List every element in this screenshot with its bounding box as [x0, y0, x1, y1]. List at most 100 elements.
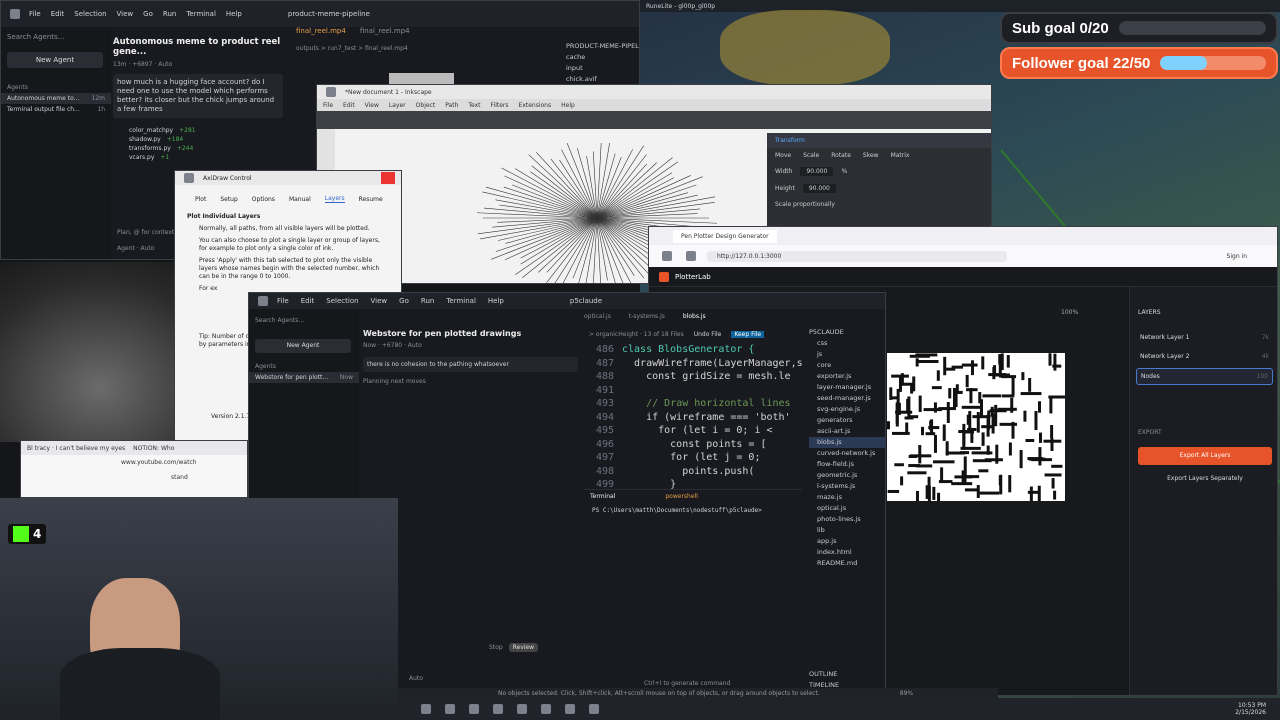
menu-item[interactable]: Help — [488, 297, 504, 305]
explorer-item[interactable]: input — [566, 63, 639, 74]
menu-item[interactable]: Run — [421, 297, 434, 305]
changed-file[interactable]: vcars.py +1 — [113, 153, 283, 162]
cursor-new-agent-button[interactable]: New Agent — [255, 338, 351, 353]
cursor-search-input[interactable]: Search Agents... — [249, 309, 359, 332]
menu-item[interactable]: Edit — [301, 297, 315, 305]
transform-subtab[interactable]: Matrix — [891, 152, 910, 159]
main-tab[interactable]: final_reel.mp4 — [360, 27, 410, 35]
transform-subtab[interactable]: Scale — [803, 152, 819, 159]
menu-item[interactable]: Layer — [389, 102, 406, 109]
stop-button[interactable]: Stop — [489, 644, 503, 651]
url-bar[interactable]: http://127.0.0.1:3000 — [707, 250, 1007, 262]
terminal-panel[interactable]: Terminal powershell PS C:\Users\matth\Do… — [584, 489, 802, 695]
file-tree-item[interactable]: flow-field.js — [809, 459, 885, 470]
system-clock[interactable]: 10:53 PM 2/15/2026 — [1235, 702, 1266, 716]
start-icon[interactable] — [421, 704, 431, 714]
layer-row[interactable]: Network Layer 1 7k — [1136, 330, 1273, 345]
plot-canvas[interactable] — [887, 353, 1066, 507]
main-search-input[interactable]: Search Agents... — [1, 27, 111, 47]
browser-tab-bar[interactable]: Pen Plotter Design Generator — [649, 227, 1277, 245]
transform-subtab[interactable]: Rotate — [831, 152, 851, 159]
file-tree-item[interactable]: maze.js — [809, 492, 885, 503]
menu-item[interactable]: File — [29, 10, 41, 18]
menu-item[interactable]: Terminal — [186, 10, 216, 18]
sign-in-button[interactable]: Sign in — [1227, 253, 1247, 260]
menu-item[interactable]: Selection — [326, 297, 358, 305]
transform-subtab[interactable]: Skew — [863, 152, 879, 159]
changed-file[interactable]: transforms.py +244 — [113, 144, 283, 153]
file-tree-item[interactable]: svg-engine.js — [809, 404, 885, 415]
menu-item[interactable]: Edit — [51, 10, 65, 18]
reload-icon[interactable] — [686, 251, 696, 261]
editor-tab[interactable]: blobs.js — [683, 313, 706, 320]
file-tree-item[interactable]: seed-manager.js — [809, 393, 885, 404]
export-all-button[interactable]: Export All Layers — [1138, 446, 1272, 465]
menu-item[interactable]: View — [117, 10, 134, 18]
axidraw-tab[interactable]: Layers — [324, 195, 345, 203]
taskbar[interactable]: 10:53 PM 2/15/2026 — [398, 698, 1280, 720]
yt-url-bar[interactable]: www.youtube.com/watch — [21, 455, 247, 470]
width-units[interactable]: % — [841, 168, 847, 175]
export-separately-button[interactable]: Export Layers Separately — [1138, 471, 1272, 487]
cursor-menu[interactable]: File Edit Selection View Go Run Terminal Help — [277, 297, 504, 305]
undo-file-button[interactable]: Undo File — [694, 331, 722, 338]
editor-tab[interactable]: t-systems.js — [629, 313, 665, 320]
menu-item[interactable]: Go — [143, 10, 153, 18]
transform-tab[interactable]: Transform — [775, 137, 805, 144]
axidraw-tab[interactable]: Options — [252, 196, 275, 203]
menu-item[interactable]: Selection — [74, 10, 106, 18]
axidraw-tab[interactable]: Resume — [359, 196, 383, 203]
cursor-agent-item[interactable]: Webstore for pen plott... Now — [249, 371, 359, 383]
inkscape-toolbar[interactable] — [317, 111, 991, 129]
status-zoom[interactable]: 89% — [900, 690, 913, 697]
layer-row[interactable]: Nodes 100 — [1136, 368, 1273, 385]
scale-proportionally-checkbox[interactable]: Scale proportionally — [767, 197, 991, 212]
terminal-icon[interactable] — [541, 704, 551, 714]
cursor-input-mode[interactable]: Auto — [409, 675, 423, 682]
file-tree-item[interactable]: core — [809, 360, 885, 371]
yt-tab-bar[interactable]: Bl tracy · I can't believe my eyes NOTIO… — [21, 441, 247, 455]
menu-item[interactable]: Object — [416, 102, 436, 109]
file-tree-item[interactable]: curved-network.js — [809, 448, 885, 459]
file-tree-item[interactable]: geometric.js — [809, 470, 885, 481]
file-tree-item[interactable]: blobs.js — [809, 437, 885, 448]
file-tree-item[interactable]: index.html — [809, 547, 885, 558]
axidraw-tab[interactable]: Setup — [220, 196, 237, 203]
zoom-level[interactable]: 100% — [1061, 309, 1078, 316]
layer-row[interactable]: Network Layer 2 4k — [1136, 349, 1273, 364]
shell-label[interactable]: powershell — [665, 493, 698, 500]
yt-tab[interactable]: Bl tracy · I can't believe my eyes — [27, 445, 125, 452]
menu-item[interactable]: View — [371, 297, 388, 305]
file-tree-item[interactable]: lib — [809, 525, 885, 536]
file-tree-item[interactable]: css — [809, 338, 885, 349]
main-editor-menu[interactable]: File Edit Selection View Go Run Terminal Help — [29, 10, 242, 18]
file-tree-item[interactable]: generators — [809, 415, 885, 426]
menu-item[interactable]: Path — [445, 102, 458, 109]
main-input-mode[interactable]: Agent · Auto — [117, 245, 154, 252]
close-icon[interactable] — [381, 172, 395, 184]
menu-item[interactable]: Edit — [343, 102, 355, 109]
cursor-tab-bar[interactable]: optical.js t-systems.js blobs.js — [584, 313, 706, 320]
file-tree-item[interactable]: l-systems.js — [809, 481, 885, 492]
outline-section[interactable]: OUTLINE — [809, 669, 885, 680]
file-tree-item[interactable]: exporter.js — [809, 371, 885, 382]
back-icon[interactable] — [662, 251, 672, 261]
keep-file-button[interactable]: Keep File — [731, 331, 765, 338]
main-agent-item[interactable]: Autonomous meme to... 12m — [1, 93, 111, 104]
explorer-icon[interactable] — [445, 704, 455, 714]
youtube-browser[interactable]: Bl tracy · I can't believe my eyes NOTIO… — [20, 440, 248, 498]
menu-item[interactable]: File — [323, 102, 333, 109]
editor-tab[interactable]: optical.js — [584, 313, 611, 320]
chrome-icon[interactable] — [469, 704, 479, 714]
axidraw-tab[interactable]: Plot — [195, 196, 206, 203]
file-tree-item[interactable]: app.js — [809, 536, 885, 547]
transform-subtab[interactable]: Move — [775, 152, 791, 159]
vscode-icon[interactable] — [493, 704, 503, 714]
axidraw-tab[interactable]: Manual — [289, 196, 311, 203]
menu-item[interactable]: Filters — [491, 102, 509, 109]
menu-item[interactable]: File — [277, 297, 289, 305]
code-editor[interactable]: 486 class BlobsGenerator {487 drawWirefra… — [584, 343, 802, 491]
menu-item[interactable]: View — [365, 102, 379, 109]
file-tree-item[interactable]: README.md — [809, 558, 885, 569]
terminal-prompt[interactable]: PS C:\Users\matth\Documents\nodestuff\p5… — [584, 503, 802, 518]
